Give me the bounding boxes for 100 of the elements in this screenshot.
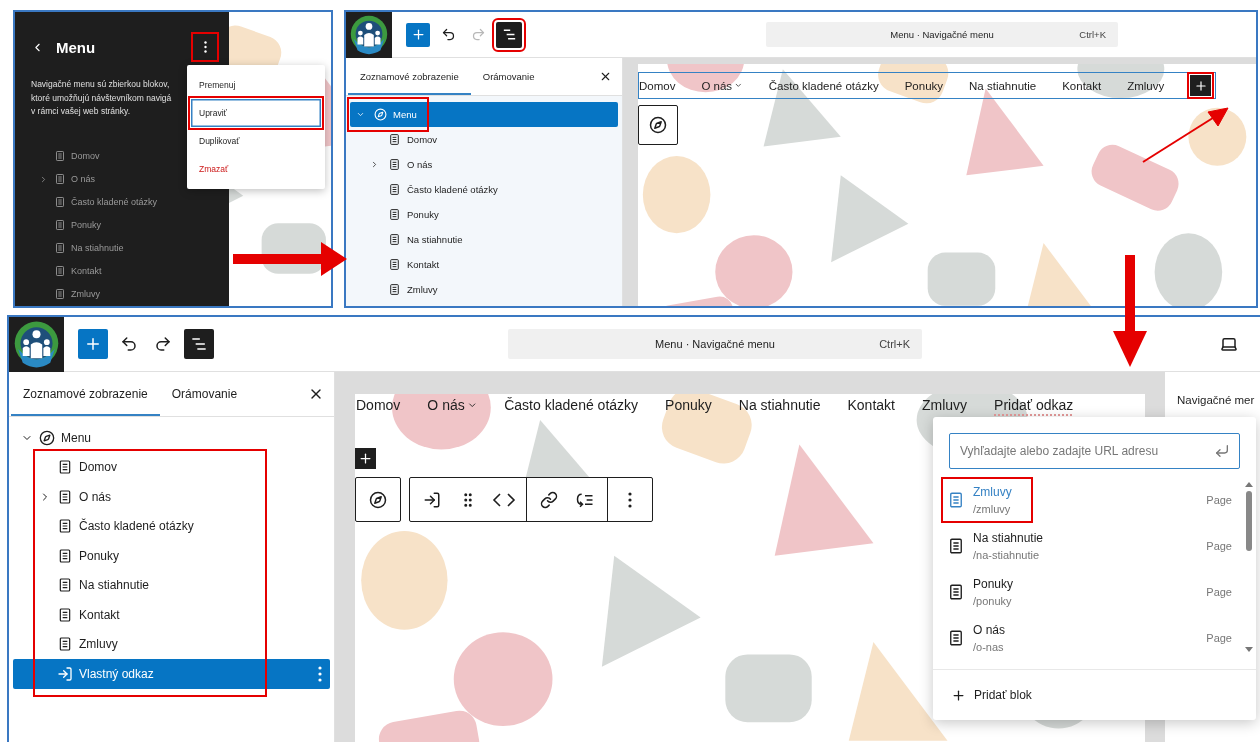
page-icon [947,491,965,509]
nav-link[interactable]: Ponuky [665,397,712,413]
logo-icon[interactable] [9,317,64,372]
search-result[interactable]: O nás /o-nas Page [941,615,1242,661]
search-field[interactable]: Vyhľadajte alebo zadajte URL adresu [949,433,1240,469]
list-view-button[interactable] [184,329,214,359]
navigation-block-button[interactable] [638,105,678,145]
tree-item[interactable]: Menu [13,423,330,453]
nav-link[interactable]: Domov [639,79,676,92]
nav-link[interactable]: Domov [356,397,401,413]
result-title: Zmluvy [973,485,1012,499]
nav-link[interactable]: O nás [427,397,478,413]
tree-item[interactable]: Ponuky [350,202,618,227]
tree-item[interactable]: O nás [350,152,618,177]
compass-icon [374,108,387,121]
result-url: /na-stiahnutie [973,549,1041,561]
tree-item[interactable]: Menu [350,102,618,127]
tab[interactable]: Orámovanie [159,372,250,416]
nav-link[interactable]: Na stiahnutie [969,79,1037,92]
plus-icon [951,687,966,703]
chevron-right-icon[interactable] [39,174,48,184]
nav-link[interactable]: Zmluvy [1127,79,1165,92]
chevron-down-icon[interactable] [356,110,365,119]
dropdown-item[interactable]: Duplikovať [191,127,321,155]
compass-icon [39,429,55,446]
add-block-button[interactable]: Pridať blok [933,670,1050,720]
dropdown-item[interactable]: Premenuj [191,71,321,99]
document-title: Menu · Navigačné menu [655,338,775,350]
dropdown-item[interactable]: Zmazať [191,155,321,183]
tree-item[interactable]: Ponuky [13,541,330,571]
enter-icon[interactable] [1214,443,1230,459]
page-icon [54,173,66,186]
page-icon [57,518,73,535]
command-bar[interactable]: Menu · Navigačné menu Ctrl+K [766,22,1118,47]
nav-link[interactable]: Kontakt [847,397,895,413]
search-result[interactable]: Na stiahnutie /na-stiahnutie Page [941,523,1242,569]
custom-link-icon [423,490,441,509]
tree-item[interactable]: Zmluvy [350,277,618,302]
page-icon [947,629,965,647]
shortcut-label: Ctrl+K [1079,29,1106,40]
tree-item[interactable]: O nás [13,482,330,512]
page-icon [54,219,66,232]
tree-item[interactable]: Na stiahnutie [350,227,618,252]
chevron-right-icon[interactable] [370,160,379,169]
nav-link[interactable]: Na stiahnutie [738,397,821,413]
nav-link[interactable]: Kontakt [1062,79,1102,92]
laptop-icon [1220,335,1238,353]
compass-icon [369,490,387,509]
nav-link[interactable]: Zmluvy [922,397,968,413]
tab[interactable]: Zoznamové zobrazenie [348,58,471,95]
tab[interactable]: Orámovanie [470,58,547,95]
page-icon [54,196,66,209]
result-type: Page [1206,586,1232,598]
page-item[interactable]: Zmluvy [39,282,217,306]
panel-title: Menu [56,38,96,56]
page-icon [57,547,73,564]
nav-link[interactable]: Ponuky [904,79,944,92]
tree-item[interactable]: Kontakt [350,252,618,277]
page-item[interactable]: Na stiahnutie [39,236,217,260]
tree-item[interactable]: Domov [350,127,618,152]
page-icon [57,577,73,594]
nav-link[interactable]: Často kladené otázky [768,79,879,92]
page-icon [54,288,66,301]
page-item[interactable]: Kontakt [39,259,217,283]
tab[interactable]: Zoznamové zobrazenie [11,372,160,416]
page-icon [388,233,401,246]
command-bar[interactable]: Menu · Navigačné menu Ctrl+K [508,329,922,359]
logo-icon[interactable] [346,12,392,58]
options-button[interactable] [193,34,217,60]
tree-item[interactable]: Zmluvy [13,629,330,659]
tree-item[interactable]: Často kladené otázky [13,511,330,541]
search-result[interactable]: Ponuky /ponuky Page [941,569,1242,615]
page-icon [57,459,73,476]
tree-item[interactable]: Často kladené otázky [350,177,618,202]
tree-item[interactable]: Domov [13,452,330,482]
tree-item[interactable]: Kontakt [13,600,330,630]
nav-link[interactable]: Často kladené otázky [504,397,639,413]
custom-link-icon [57,665,73,682]
dropdown-item[interactable]: Upraviť [191,99,321,127]
result-url: /zmluvy [973,503,1012,515]
options-icon [628,491,632,508]
page-icon [54,242,66,255]
page-icon [388,283,401,296]
page-item[interactable]: Často kladené otázky [39,190,217,214]
page-icon [388,183,401,196]
result-url: /o-nas [973,641,1005,653]
tree-item[interactable]: Vlastný odkaz [13,659,330,689]
page-icon [54,150,66,163]
plus-icon [410,27,426,42]
page-icon [388,158,401,171]
tree-item[interactable]: Na stiahnutie [13,570,330,600]
shortcut-label: Ctrl+K [879,338,910,350]
add-link-placeholder[interactable]: Pridať odkaz [994,397,1074,413]
add-block-button[interactable] [355,448,376,469]
page-icon [388,258,401,271]
options-icon[interactable] [318,665,322,682]
compass-icon [649,116,667,134]
page-item[interactable]: Ponuky [39,213,217,237]
search-result[interactable]: Zmluvy /zmluvy Page [941,477,1242,523]
add-link-button[interactable] [1190,75,1212,96]
